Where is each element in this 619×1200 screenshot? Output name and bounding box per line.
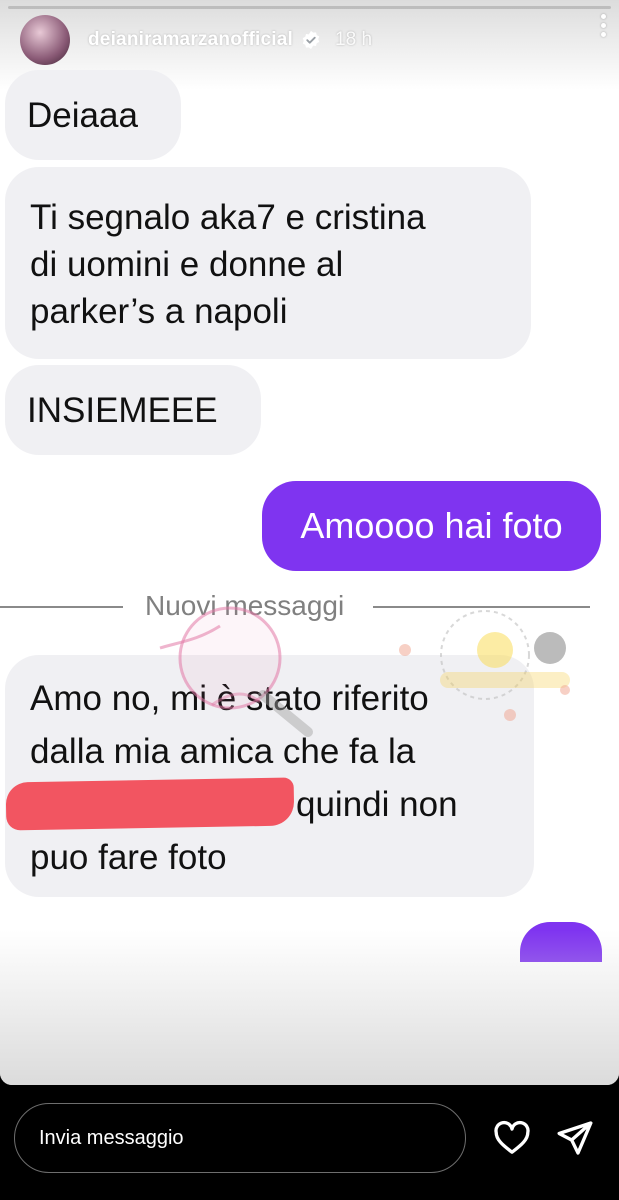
redaction-scribble: [5, 777, 295, 831]
separator-line: [373, 606, 590, 608]
verified-badge-icon: [302, 30, 320, 50]
send-message-placeholder: Invia messaggio: [39, 1126, 184, 1149]
send-message-input[interactable]: Invia messaggio: [14, 1103, 466, 1173]
separator-label: Nuovi messaggi: [145, 590, 345, 621]
username[interactable]: deianiramarzanofficial: [88, 29, 293, 51]
share-icon[interactable]: [555, 1118, 595, 1158]
new-messages-separator: Nuovi messaggi: [0, 590, 619, 626]
message-text: Amoooo hai foto: [300, 505, 563, 546]
message-line: di uomini e donne al: [30, 245, 344, 284]
message-line: puo fare foto: [30, 838, 227, 877]
heart-icon[interactable]: [492, 1118, 532, 1158]
message-line: Amo no, mi è stato riferito: [30, 679, 429, 718]
message-text: Deiaaa: [27, 95, 138, 135]
incoming-message-bubble: Ti segnalo aka7 e cristina di uomini e d…: [5, 167, 531, 359]
message-text: INSIEMEEE: [27, 390, 218, 430]
story-header: deianiramarzanofficial 18 h: [20, 15, 599, 65]
message-line: dalla mia amica che fa la: [30, 732, 416, 771]
story-time: 18 h: [335, 29, 373, 50]
message-line: parker’s a napoli: [30, 292, 288, 331]
message-line: Ti segnalo aka7 e cristina: [30, 198, 426, 237]
incoming-message-bubble: INSIEMEEE: [5, 365, 261, 455]
story-frame: deianiramarzanofficial 18 h Deiaaa Ti se…: [0, 0, 619, 1085]
incoming-message-bubble: Deiaaa: [5, 70, 181, 160]
separator-line: [0, 606, 123, 608]
more-options-icon[interactable]: [591, 10, 615, 40]
avatar[interactable]: [20, 15, 70, 65]
bottom-gradient: [0, 930, 619, 1085]
outgoing-message-bubble: Amoooo hai foto: [262, 481, 601, 571]
story-progress-bar: [8, 6, 611, 9]
